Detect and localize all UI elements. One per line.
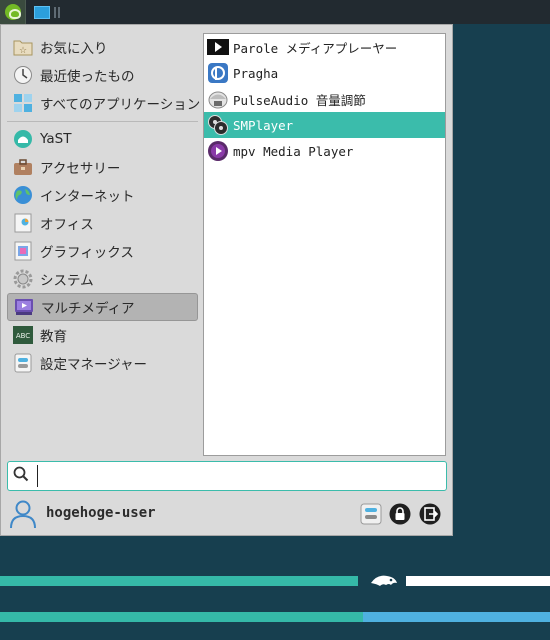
category-label: オフィス [40, 217, 94, 233]
window-icon [34, 5, 50, 19]
app-item-parole[interactable]: Parole メディアプレーヤー [204, 34, 445, 60]
category-label: 設定マネージャー [40, 357, 148, 373]
settings-manager-icon [12, 352, 34, 374]
mpv-icon [207, 140, 229, 162]
app-label: PulseAudio 音量調節 [233, 92, 366, 108]
category-internet[interactable]: インターネット [7, 181, 198, 209]
desktop-stripe [363, 612, 550, 622]
category-label: YaST [40, 131, 72, 147]
favorites-folder-icon: ☆ [12, 36, 34, 58]
lock-screen-button[interactable] [389, 503, 411, 525]
category-yast[interactable]: YaST [7, 125, 198, 153]
category-accessories[interactable]: アクセサリー [7, 153, 198, 181]
logout-icon [419, 503, 441, 525]
app-item-pulseaudio[interactable]: PulseAudio 音量調節 [204, 86, 445, 112]
office-icon [12, 212, 34, 234]
category-label: グラフィックス [40, 245, 134, 261]
app-item-smplayer[interactable]: SMPlayer [204, 112, 445, 138]
category-label: システム [40, 273, 94, 289]
svg-text:ABC: ABC [16, 332, 30, 340]
pragha-icon [207, 62, 229, 84]
accessories-briefcase-icon [12, 156, 34, 178]
application-menu: ☆ お気に入り 最近使ったもの すべてのアプリケーション YaST アクセサリー… [0, 24, 453, 536]
category-sidebar: ☆ お気に入り 最近使ったもの すべてのアプリケーション YaST アクセサリー… [7, 33, 201, 377]
internet-globe-icon [12, 184, 34, 206]
category-label: マルチメディア [41, 301, 135, 317]
category-recent[interactable]: 最近使ったもの [7, 61, 198, 89]
desktop-stripe [406, 576, 550, 586]
category-system[interactable]: システム [7, 265, 198, 293]
start-menu-button[interactable] [0, 0, 26, 24]
desktop-stripe [0, 576, 358, 586]
app-label: mpv Media Player [233, 143, 354, 159]
multimedia-icon [13, 296, 35, 318]
opensuse-chameleon-icon [369, 571, 399, 591]
category-label: 教育 [40, 329, 67, 345]
user-avatar-icon [9, 499, 37, 529]
category-graphics[interactable]: グラフィックス [7, 237, 198, 265]
search-input[interactable] [37, 465, 417, 487]
all-apps-grid-icon [12, 92, 34, 114]
app-item-mpv[interactable]: mpv Media Player [204, 138, 445, 164]
pulseaudio-icon [207, 88, 229, 110]
category-office[interactable]: オフィス [7, 209, 198, 237]
app-label: SMPlayer [233, 117, 294, 133]
window-title-placeholder [54, 6, 60, 18]
sidebar-separator [7, 121, 198, 122]
category-favorites[interactable]: ☆ お気に入り [7, 33, 198, 61]
opensuse-logo-icon [4, 4, 21, 20]
search-box[interactable] [7, 461, 447, 491]
category-all-applications[interactable]: すべてのアプリケーション [7, 89, 201, 117]
smplayer-icon [207, 114, 229, 136]
category-settings-manager[interactable]: 設定マネージャー [7, 349, 198, 377]
lock-icon [389, 503, 411, 525]
search-icon [13, 466, 29, 486]
category-label: すべてのアプリケーション [40, 97, 201, 113]
app-label: Pragha [233, 65, 279, 81]
taskbar-window-button[interactable] [34, 0, 74, 24]
category-label: 最近使ったもの [40, 69, 135, 85]
recent-clock-icon [12, 64, 34, 86]
app-label: Parole メディアプレーヤー [233, 40, 398, 56]
desktop-stripe [0, 612, 363, 622]
category-label: お気に入り [40, 41, 108, 57]
category-multimedia[interactable]: マルチメディア [7, 293, 198, 321]
settings-toggle-icon [360, 503, 382, 525]
app-item-pragha[interactable]: Pragha [204, 60, 445, 86]
category-education[interactable]: ABC 教育 [7, 321, 198, 349]
category-label: インターネット [40, 189, 135, 205]
logout-button[interactable] [419, 503, 441, 525]
user-bar: hogehoge-user [9, 499, 449, 529]
top-panel [0, 0, 550, 24]
graphics-icon [12, 240, 34, 262]
settings-button[interactable] [360, 503, 382, 525]
category-label: アクセサリー [40, 161, 121, 177]
user-name: hogehoge-user [46, 505, 156, 521]
system-gear-icon [12, 268, 34, 290]
yast-icon [12, 128, 34, 150]
svg-text:☆: ☆ [19, 46, 27, 56]
education-abc-icon: ABC [12, 324, 34, 346]
application-list: Parole メディアプレーヤー Pragha PulseAudio 音量調節 … [203, 33, 446, 456]
parole-play-icon [207, 36, 229, 58]
